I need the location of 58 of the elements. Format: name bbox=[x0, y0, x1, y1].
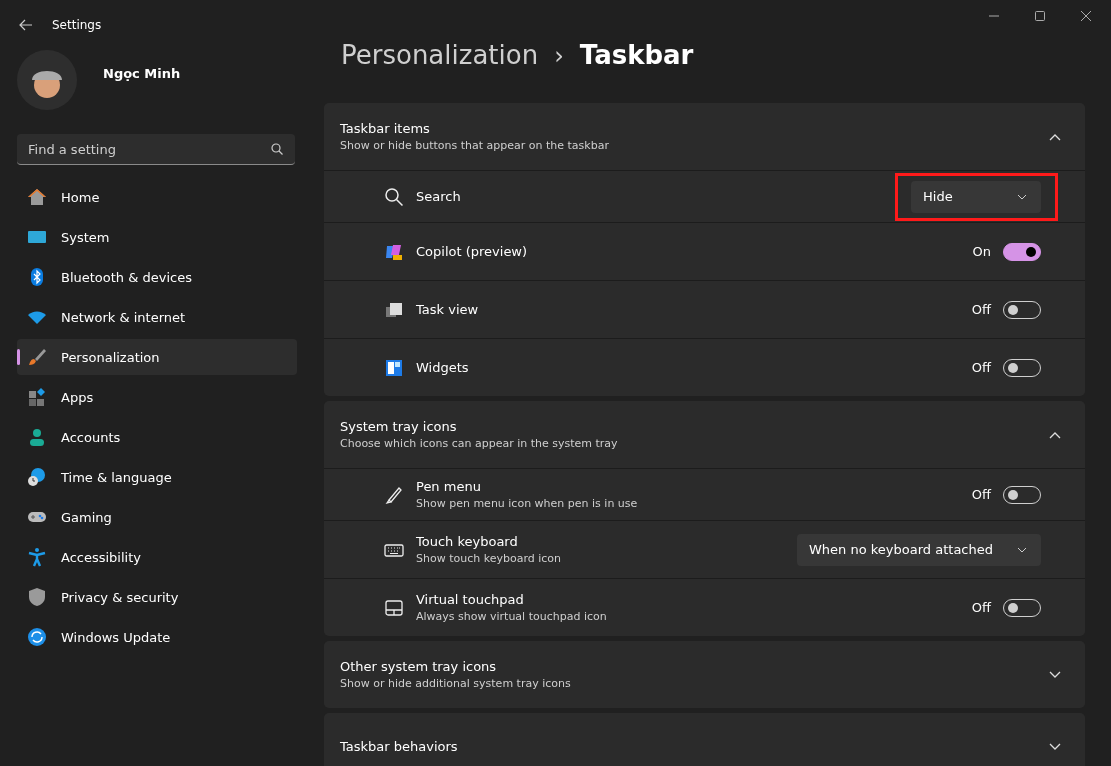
refresh-icon bbox=[27, 627, 47, 647]
sidebar-item[interactable]: Windows Update bbox=[17, 619, 297, 655]
house-icon bbox=[27, 187, 47, 207]
close-icon[interactable] bbox=[1081, 11, 1091, 21]
setting-label: Touch keyboard bbox=[416, 534, 519, 549]
setting-label: Pen menu bbox=[416, 479, 482, 494]
breadcrumb-separator: › bbox=[554, 42, 564, 70]
avatar-icon bbox=[17, 50, 77, 110]
setting-description: Show pen menu icon when pen is in use bbox=[416, 497, 639, 510]
shield-icon bbox=[27, 587, 47, 607]
setting-label: Search bbox=[416, 189, 462, 204]
toggle-switch[interactable] bbox=[1003, 242, 1041, 261]
section-header[interactable]: Taskbar behaviors bbox=[324, 713, 1085, 766]
dropdown[interactable]: When no keyboard attached bbox=[797, 533, 1041, 566]
toggle-state-label: Off bbox=[971, 360, 991, 375]
search-icon bbox=[384, 186, 404, 207]
sidebar-item[interactable]: Network & internet bbox=[17, 299, 297, 335]
touchpad-icon bbox=[384, 597, 404, 618]
search-icon bbox=[271, 143, 283, 155]
sidebar-item[interactable]: Privacy & security bbox=[17, 579, 297, 615]
sidebar-item[interactable]: Accessibility bbox=[17, 539, 297, 575]
page-title: Taskbar bbox=[579, 40, 694, 70]
setting-description: Always show virtual touchpad icon bbox=[416, 610, 608, 623]
sidebar-item[interactable]: System bbox=[17, 219, 297, 255]
sidebar-item[interactable]: Accounts bbox=[17, 419, 297, 455]
setting-label: Copilot (preview) bbox=[416, 244, 529, 259]
toggle-state-label: On bbox=[972, 244, 991, 259]
setting-label: Task view bbox=[416, 302, 480, 317]
maximize-icon[interactable] bbox=[1035, 11, 1045, 21]
sidebar-item[interactable]: Personalization bbox=[17, 339, 297, 375]
dropdown[interactable]: Hide bbox=[911, 180, 1041, 213]
sidebar-item[interactable]: Bluetooth & devices bbox=[17, 259, 297, 295]
breadcrumb-parent[interactable]: Personalization bbox=[341, 40, 539, 70]
setting-label: Virtual touchpad bbox=[416, 592, 525, 607]
toggle-state-label: Off bbox=[971, 600, 991, 615]
section-header[interactable]: Other system tray icons Show or hide additional system tray icons bbox=[324, 641, 1085, 708]
back-arrow-icon[interactable] bbox=[19, 19, 33, 31]
apps-grid-icon bbox=[27, 387, 47, 407]
setting-description: Show touch keyboard icon bbox=[416, 552, 563, 565]
paintbrush-icon bbox=[27, 347, 47, 367]
section-header[interactable]: System tray icons Choose which icons can appear in the system tray bbox=[324, 401, 1085, 468]
section-header[interactable]: Taskbar items Show or hide buttons that appear on the taskbar bbox=[324, 103, 1085, 170]
sidebar-item[interactable]: Gaming bbox=[17, 499, 297, 535]
sidebar-item[interactable]: Apps bbox=[17, 379, 297, 415]
globe-clock-icon bbox=[27, 467, 47, 487]
search-field[interactable]: Find a setting bbox=[17, 134, 295, 165]
toggle-state-label: Off bbox=[971, 487, 991, 502]
sidebar-item[interactable]: Home bbox=[17, 179, 297, 215]
person-icon bbox=[27, 427, 47, 447]
chevron-down-icon bbox=[1017, 193, 1027, 200]
sidebar-item[interactable]: Time & language bbox=[17, 459, 297, 495]
chevron-down-icon bbox=[1017, 546, 1027, 553]
accessibility-icon bbox=[27, 547, 47, 567]
widgets-icon bbox=[384, 357, 404, 378]
user-name: Ngọc Minh bbox=[103, 65, 181, 81]
window-title: Settings bbox=[52, 18, 102, 32]
toggle-state-label: Off bbox=[971, 302, 991, 317]
setting-label: Widgets bbox=[416, 360, 470, 375]
